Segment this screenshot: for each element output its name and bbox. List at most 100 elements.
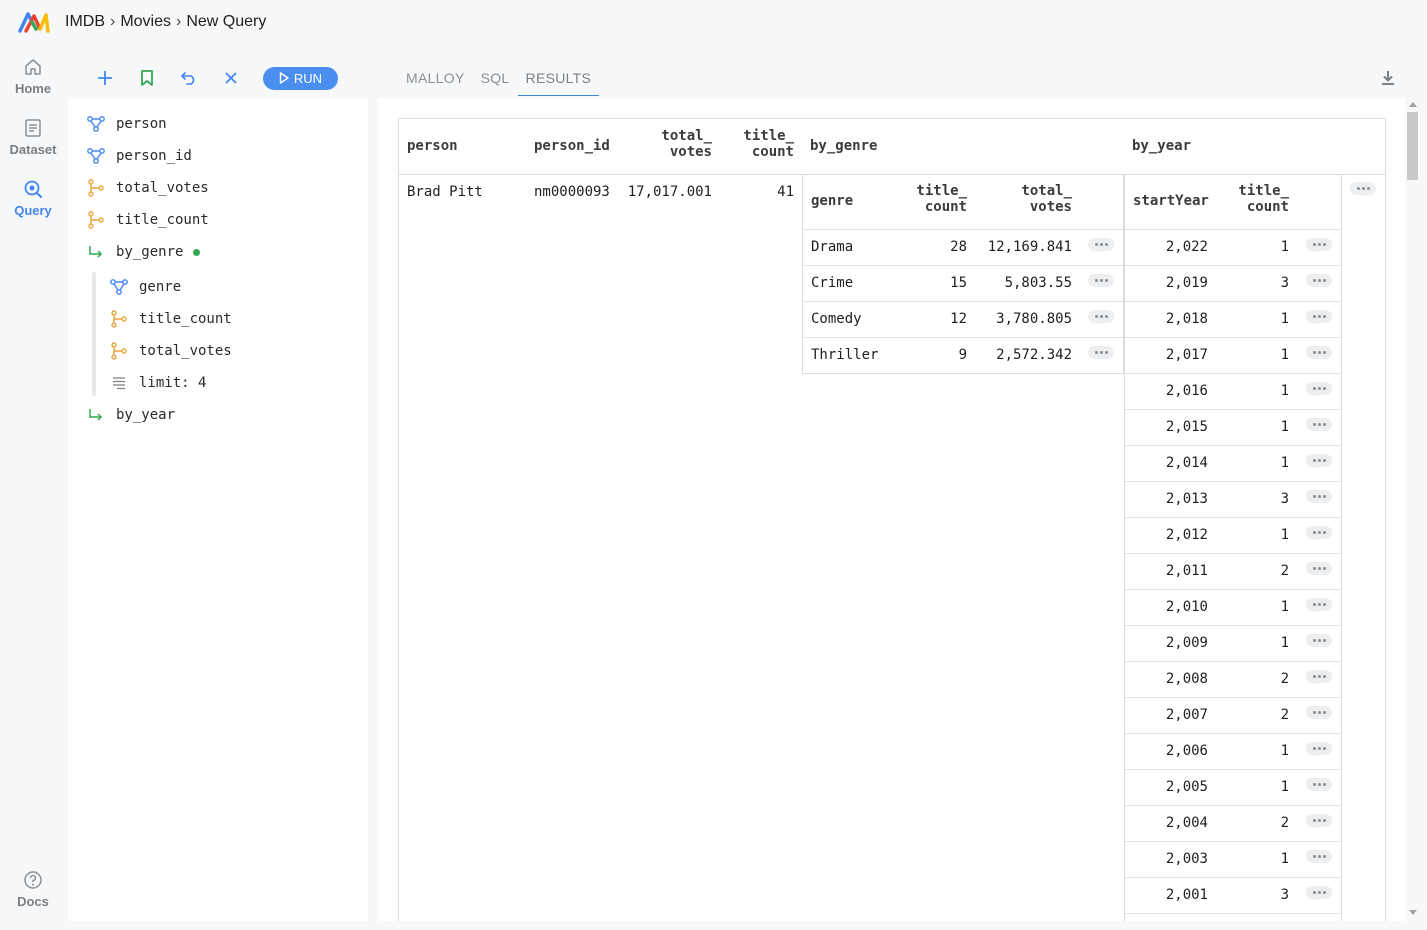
more-options-icon[interactable]	[1306, 346, 1332, 359]
breadcrumb-movies[interactable]: Movies	[120, 13, 171, 31]
save-button[interactable]	[130, 64, 164, 92]
more-options-icon[interactable]	[1306, 274, 1332, 287]
more-options-icon[interactable]	[1306, 778, 1332, 791]
tree-item-total-votes[interactable]: total_votes	[86, 176, 209, 200]
more-options-icon[interactable]	[1306, 562, 1332, 575]
undo-button[interactable]	[172, 64, 206, 92]
cell-start-year: 2,001	[1165, 887, 1208, 903]
more-options-icon[interactable]	[1306, 382, 1332, 395]
more-options-icon[interactable]	[1306, 310, 1332, 323]
cell-title-count: 1	[1280, 383, 1289, 399]
table-row: 2,009 1	[1125, 626, 1341, 662]
table-row: Crime 15 5,803.55	[803, 266, 1123, 302]
cell-title-count: 1	[1280, 851, 1289, 867]
clear-button[interactable]	[214, 64, 248, 92]
more-options-icon[interactable]	[1088, 346, 1114, 359]
cell-title-count: 3	[1280, 275, 1289, 291]
more-options-icon[interactable]	[1306, 850, 1332, 863]
cell-title-count: 1	[1280, 527, 1289, 543]
cell-start-year: 2,010	[1165, 599, 1208, 615]
cell-start-year: 2,019	[1165, 275, 1208, 291]
rail-docs[interactable]: Docs	[0, 870, 66, 909]
tab-malloy[interactable]: MALLOY	[398, 60, 473, 96]
table-row: 2,005 1	[1125, 770, 1341, 806]
more-options-icon[interactable]	[1306, 670, 1332, 683]
malloy-logo[interactable]	[18, 11, 50, 33]
tree-item-genre[interactable]: genre	[109, 275, 181, 299]
scroll-thumb[interactable]	[1407, 112, 1418, 180]
tab-sql[interactable]: SQL	[473, 60, 518, 96]
col-header-line: count	[924, 199, 967, 215]
table-row: 2,016 1	[1125, 374, 1341, 410]
cell-title-count: 3	[1280, 887, 1289, 903]
nest-arrow-icon	[89, 246, 103, 258]
scroll-down-icon[interactable]	[1409, 910, 1417, 915]
cell-genre: Drama	[811, 239, 854, 255]
active-dot-icon	[193, 248, 201, 256]
cell-total-votes: 12,169.841	[987, 239, 1072, 255]
row-divider	[1125, 913, 1341, 914]
more-options-icon[interactable]	[1306, 742, 1332, 755]
tree-item-nested-total-votes[interactable]: total_votes	[109, 339, 232, 363]
tree-item-person[interactable]: person	[86, 112, 167, 136]
cell-total-votes: 17,017.001	[627, 184, 712, 200]
add-button[interactable]	[88, 64, 122, 92]
more-options-icon[interactable]	[1306, 238, 1332, 251]
breadcrumb-separator: ›	[110, 13, 116, 30]
cell-title-count: 1	[1280, 635, 1289, 651]
measure-icon	[111, 310, 127, 328]
scroll-up-icon[interactable]	[1409, 102, 1417, 107]
tree-label: by_genre	[116, 244, 184, 260]
cell-start-year: 2,011	[1165, 563, 1208, 579]
col-header-line: count	[751, 144, 794, 160]
breadcrumb-separator: ›	[176, 13, 182, 30]
more-options-icon[interactable]	[1306, 706, 1332, 719]
cell-start-year: 2,003	[1165, 851, 1208, 867]
cell-title-count: 2	[1280, 815, 1289, 831]
more-options-icon[interactable]	[1306, 454, 1332, 467]
table-row: 2,004 2	[1125, 806, 1341, 842]
more-options-icon[interactable]	[1088, 310, 1114, 323]
more-options-icon[interactable]	[1306, 634, 1332, 647]
help-icon	[24, 871, 42, 889]
cell-start-year: 2,004	[1165, 815, 1208, 831]
breadcrumb-imdb[interactable]: IMDB	[65, 13, 105, 31]
cell-title-count: 41	[777, 184, 794, 200]
col-header-line: votes	[669, 144, 712, 160]
col-header-year-title-count: title_ count	[1221, 183, 1289, 215]
run-button[interactable]: RUN	[263, 66, 338, 90]
table-row: 2,019 3	[1125, 266, 1341, 302]
tree-label: limit: 4	[139, 375, 207, 391]
tree-item-person-id[interactable]: person_id	[86, 144, 192, 168]
download-icon[interactable]	[1378, 68, 1398, 88]
cell-title-count: 2	[1280, 671, 1289, 687]
table-row: 2,015 1	[1125, 410, 1341, 446]
more-options-icon[interactable]	[1350, 182, 1376, 195]
more-options-icon[interactable]	[1306, 526, 1332, 539]
tree-item-limit[interactable]: limit: 4	[109, 371, 206, 395]
rail-dataset[interactable]: Dataset	[0, 118, 66, 157]
col-header-genre-title-count: title_ count	[887, 183, 967, 215]
tree-item-title-count[interactable]: title_count	[86, 208, 209, 232]
nest-arrow-icon	[89, 409, 103, 421]
dimension-icon	[87, 116, 105, 132]
tab-results[interactable]: RESULTS	[517, 60, 600, 96]
tree-item-by-genre[interactable]: by_genre	[86, 240, 201, 264]
more-options-icon[interactable]	[1088, 274, 1114, 287]
cell-start-year: 2,007	[1165, 707, 1208, 723]
more-options-icon[interactable]	[1306, 598, 1332, 611]
nested-table-by-year: startYear title_ count 2,022 1 2,019 3 2,018…	[1124, 174, 1342, 921]
more-options-icon[interactable]	[1088, 238, 1114, 251]
more-options-icon[interactable]	[1306, 418, 1332, 431]
col-header-line: votes	[1029, 199, 1072, 215]
tree-item-nested-title-count[interactable]: title_count	[109, 307, 232, 331]
more-options-icon[interactable]	[1306, 814, 1332, 827]
rail-home[interactable]: Home	[0, 57, 66, 96]
results-scrollbar[interactable]	[1405, 98, 1421, 921]
tree-item-by-year[interactable]: by_year	[86, 403, 175, 427]
tree-label: title_count	[116, 212, 209, 228]
rail-query[interactable]: Query	[0, 179, 66, 218]
cell-title-count: 2	[1280, 707, 1289, 723]
more-options-icon[interactable]	[1306, 490, 1332, 503]
more-options-icon[interactable]	[1306, 886, 1332, 899]
